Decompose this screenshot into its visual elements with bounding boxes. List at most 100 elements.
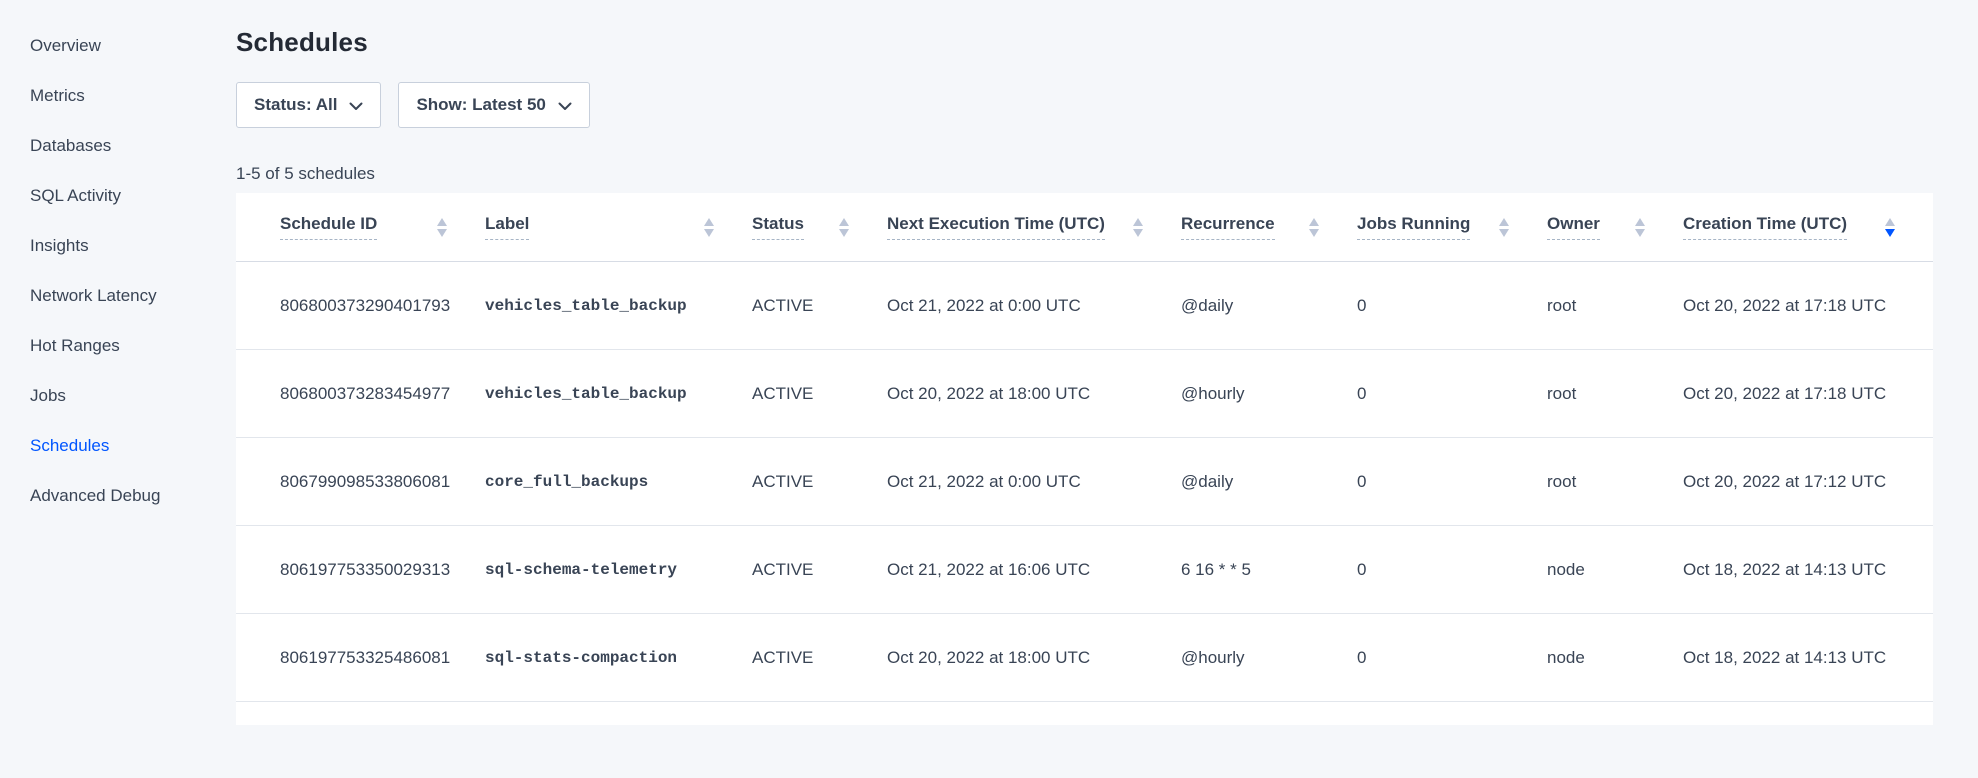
cell-owner: root — [1547, 262, 1683, 350]
sidebar-item-metrics[interactable]: Metrics — [0, 71, 236, 121]
cell-label: sql-stats-compaction — [485, 614, 752, 702]
column-header-label: Recurrence — [1181, 214, 1275, 240]
sort-icon[interactable] — [704, 218, 714, 237]
cell-status: ACTIVE — [752, 438, 887, 526]
column-header-label: Creation Time (UTC) — [1683, 214, 1847, 240]
cell-schedule-id: 806800373290401793 — [236, 262, 485, 350]
column-header-label[interactable]: Label — [485, 193, 752, 262]
cell-owner: node — [1547, 614, 1683, 702]
sidebar-item-databases[interactable]: Databases — [0, 121, 236, 171]
column-header-label: Label — [485, 214, 529, 240]
cell-schedule-id: 806800373283454977 — [236, 350, 485, 438]
cell-schedule-id: 806197753325486081 — [236, 614, 485, 702]
sort-icon[interactable] — [1133, 218, 1143, 237]
status-filter-label: Status: All — [254, 95, 337, 115]
cell-label: sql-schema-telemetry — [485, 526, 752, 614]
cell-owner: node — [1547, 526, 1683, 614]
sidebar-item-sql-activity[interactable]: SQL Activity — [0, 171, 236, 221]
column-header-creation-time-utc[interactable]: Creation Time (UTC) — [1683, 193, 1933, 262]
column-header-jobs-running[interactable]: Jobs Running — [1357, 193, 1547, 262]
cell-jobs-running: 0 — [1357, 438, 1547, 526]
column-header-label: Owner — [1547, 214, 1600, 240]
cell-recurrence: @daily — [1181, 438, 1357, 526]
sidebar-item-label: SQL Activity — [30, 186, 121, 206]
sidebar-item-schedules[interactable]: Schedules — [0, 421, 236, 471]
sidebar-item-label: Insights — [30, 236, 89, 256]
sidebar: Overview Metrics Databases SQL Activity … — [0, 0, 236, 778]
sort-icon[interactable] — [1635, 218, 1645, 237]
cell-creation-time: Oct 20, 2022 at 17:12 UTC — [1683, 438, 1933, 526]
main-content: Schedules Status: All Show: Latest 50 1-… — [236, 0, 1978, 725]
cell-jobs-running: 0 — [1357, 262, 1547, 350]
filter-bar: Status: All Show: Latest 50 — [236, 82, 1978, 128]
column-header-label: Status — [752, 214, 804, 240]
cell-creation-time: Oct 18, 2022 at 14:13 UTC — [1683, 614, 1933, 702]
cell-recurrence: 6 16 * * 5 — [1181, 526, 1357, 614]
status-filter-dropdown[interactable]: Status: All — [236, 82, 381, 128]
cell-status: ACTIVE — [752, 614, 887, 702]
sidebar-item-insights[interactable]: Insights — [0, 221, 236, 271]
sidebar-item-label: Overview — [30, 36, 101, 56]
column-header-label: Next Execution Time (UTC) — [887, 214, 1105, 240]
cell-schedule-id: 806197753350029313 — [236, 526, 485, 614]
sidebar-item-overview[interactable]: Overview — [0, 21, 236, 71]
page-title: Schedules — [236, 28, 1978, 56]
column-header-schedule-id[interactable]: Schedule ID — [236, 193, 485, 262]
cell-jobs-running: 0 — [1357, 350, 1547, 438]
column-header-status[interactable]: Status — [752, 193, 887, 262]
schedules-table: Schedule ID Label Status Next Execu — [236, 193, 1933, 702]
show-filter-dropdown[interactable]: Show: Latest 50 — [398, 82, 589, 128]
cell-schedule-id: 806799098533806081 — [236, 438, 485, 526]
cell-label: vehicles_table_backup — [485, 262, 752, 350]
column-header-recurrence[interactable]: Recurrence — [1181, 193, 1357, 262]
schedule-row[interactable]: 806799098533806081core_full_backupsACTIV… — [236, 438, 1933, 526]
sidebar-item-label: Jobs — [30, 386, 66, 406]
cell-next-execution: Oct 20, 2022 at 18:00 UTC — [887, 350, 1181, 438]
schedule-row[interactable]: 806197753325486081sql-stats-compactionAC… — [236, 614, 1933, 702]
sort-icon[interactable] — [1309, 218, 1319, 237]
sort-icon[interactable] — [1885, 218, 1895, 237]
cell-creation-time: Oct 20, 2022 at 17:18 UTC — [1683, 350, 1933, 438]
schedule-row[interactable]: 806197753350029313sql-schema-telemetryAC… — [236, 526, 1933, 614]
sidebar-item-label: Databases — [30, 136, 111, 156]
sort-icon[interactable] — [839, 218, 849, 237]
table-header-row: Schedule ID Label Status Next Execu — [236, 193, 1933, 262]
schedules-table-card: Schedule ID Label Status Next Execu — [236, 193, 1933, 725]
sort-icon[interactable] — [437, 218, 447, 237]
sidebar-item-label: Advanced Debug — [30, 486, 160, 506]
cell-next-execution: Oct 21, 2022 at 0:00 UTC — [887, 262, 1181, 350]
sidebar-item-network-latency[interactable]: Network Latency — [0, 271, 236, 321]
column-header-label: Jobs Running — [1357, 214, 1470, 240]
sidebar-item-label: Metrics — [30, 86, 85, 106]
cell-jobs-running: 0 — [1357, 614, 1547, 702]
sidebar-item-label: Hot Ranges — [30, 336, 120, 356]
column-header-next-execution-time-utc[interactable]: Next Execution Time (UTC) — [887, 193, 1181, 262]
chevron-down-icon — [558, 96, 572, 116]
cell-owner: root — [1547, 350, 1683, 438]
sort-icon[interactable] — [1499, 218, 1509, 237]
sidebar-item-advanced-debug[interactable]: Advanced Debug — [0, 471, 236, 521]
sidebar-item-jobs[interactable]: Jobs — [0, 371, 236, 421]
cell-recurrence: @hourly — [1181, 350, 1357, 438]
cell-recurrence: @hourly — [1181, 614, 1357, 702]
cell-jobs-running: 0 — [1357, 526, 1547, 614]
results-count: 1-5 of 5 schedules — [236, 165, 1978, 182]
column-header-label: Schedule ID — [280, 214, 377, 240]
cell-creation-time: Oct 18, 2022 at 14:13 UTC — [1683, 526, 1933, 614]
cell-recurrence: @daily — [1181, 262, 1357, 350]
sidebar-item-hot-ranges[interactable]: Hot Ranges — [0, 321, 236, 371]
schedule-row[interactable]: 806800373290401793vehicles_table_backupA… — [236, 262, 1933, 350]
sidebar-item-label: Network Latency — [30, 286, 157, 306]
chevron-down-icon — [349, 96, 363, 116]
cell-status: ACTIVE — [752, 526, 887, 614]
cell-status: ACTIVE — [752, 350, 887, 438]
schedule-row[interactable]: 806800373283454977vehicles_table_backupA… — [236, 350, 1933, 438]
cell-label: core_full_backups — [485, 438, 752, 526]
column-header-owner[interactable]: Owner — [1547, 193, 1683, 262]
cell-label: vehicles_table_backup — [485, 350, 752, 438]
cell-status: ACTIVE — [752, 262, 887, 350]
sidebar-item-label: Schedules — [30, 436, 109, 456]
cell-next-execution: Oct 21, 2022 at 16:06 UTC — [887, 526, 1181, 614]
cell-creation-time: Oct 20, 2022 at 17:18 UTC — [1683, 262, 1933, 350]
cell-next-execution: Oct 21, 2022 at 0:00 UTC — [887, 438, 1181, 526]
